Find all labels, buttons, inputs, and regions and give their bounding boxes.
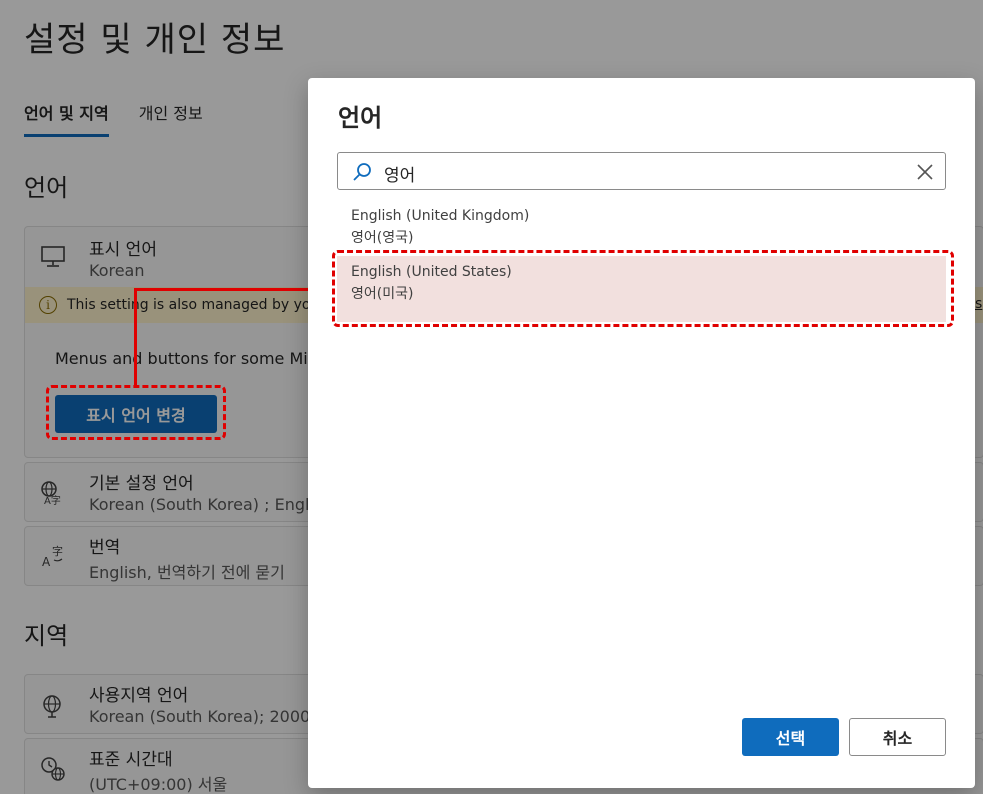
language-search-input[interactable]: 영어 <box>337 152 946 190</box>
select-button[interactable]: 선택 <box>742 718 839 756</box>
option-native-name: 영어(영국) <box>351 230 414 246</box>
language-dialog: 언어 영어 English (United Kingdom) 영어(영국) En… <box>308 78 975 788</box>
annotation-highlight-selected-option <box>332 250 954 327</box>
option-name: English (United Kingdom) <box>351 208 530 224</box>
dialog-title: 언어 <box>338 104 383 132</box>
annotation-connector-horizontal <box>134 288 314 291</box>
annotation-connector-vertical <box>134 290 137 386</box>
search-icon <box>353 163 371 181</box>
clear-icon[interactable] <box>915 162 935 182</box>
search-value: 영어 <box>384 166 416 186</box>
annotation-highlight-change-button <box>46 385 226 440</box>
cancel-button[interactable]: 취소 <box>849 718 946 756</box>
